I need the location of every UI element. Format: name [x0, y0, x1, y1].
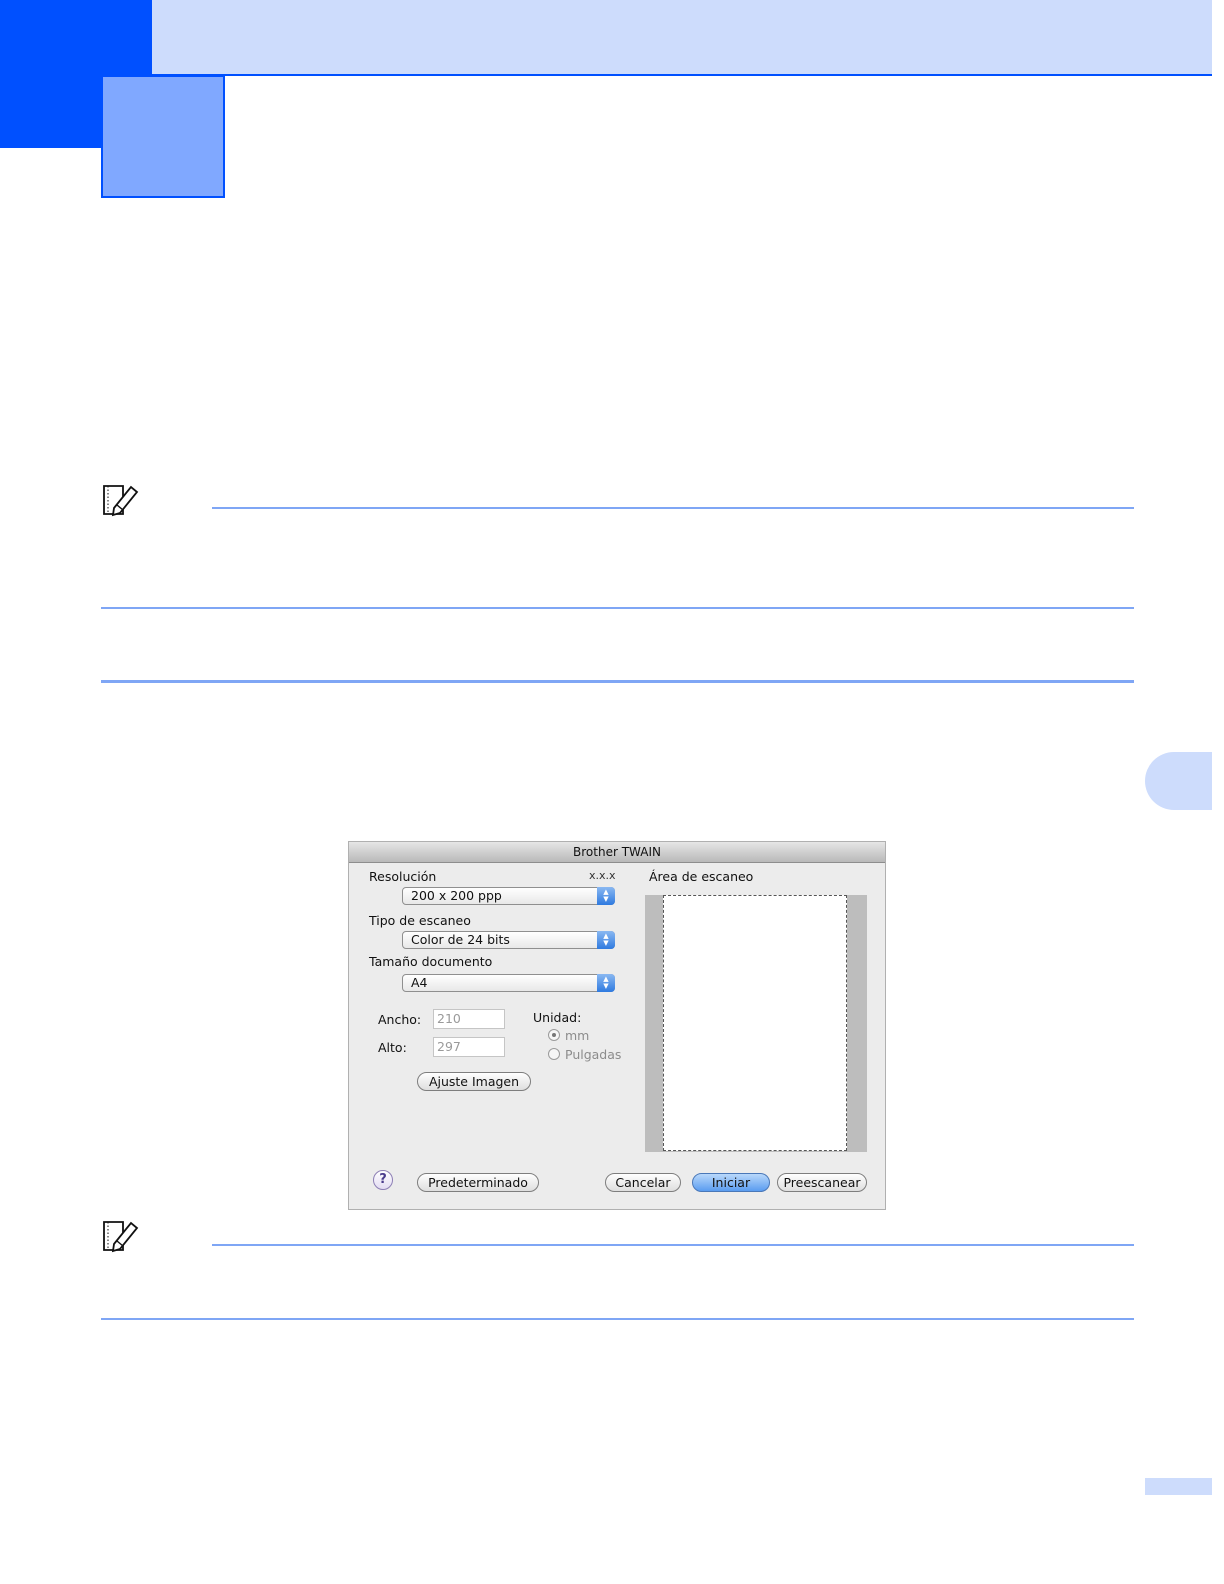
scan-type-select[interactable]: Color de 24 bits ▲ ▼ [402, 931, 615, 949]
note-bottom-rule [101, 607, 1134, 609]
scan-area-label: Área de escaneo [649, 869, 754, 884]
note2-top-rule [212, 1244, 1134, 1246]
height-field[interactable]: 297 [433, 1037, 505, 1057]
popup-arrows-icon: ▲ ▼ [597, 887, 615, 905]
header-bar [152, 0, 1212, 76]
unit-inches-radio[interactable] [548, 1048, 560, 1060]
document-size-value: A4 [411, 975, 428, 990]
popup-arrows-icon: ▲ ▼ [597, 931, 615, 949]
start-button[interactable]: Iniciar [692, 1173, 770, 1192]
height-label: Alto: [378, 1040, 407, 1055]
width-label: Ancho: [378, 1012, 422, 1027]
chapter-number-box [101, 75, 225, 198]
resolution-select[interactable]: 200 x 200 ppp ▲ ▼ [402, 887, 615, 905]
dialog-title: Brother TWAIN [349, 842, 885, 863]
document-size-label: Tamaño documento [369, 954, 493, 969]
section-rule [101, 680, 1134, 683]
unit-inches-label: Pulgadas [565, 1047, 622, 1062]
scan-type-value: Color de 24 bits [411, 932, 510, 947]
note-pencil-icon [103, 485, 139, 517]
scan-type-label: Tipo de escaneo [369, 913, 471, 928]
resolution-value: 200 x 200 ppp [411, 888, 502, 903]
unit-mm-radio[interactable] [548, 1029, 560, 1041]
default-button[interactable]: Predeterminado [417, 1173, 539, 1192]
adjust-image-button[interactable]: Ajuste Imagen [417, 1072, 531, 1091]
document-size-select[interactable]: A4 ▲ ▼ [402, 974, 615, 992]
twain-dialog: Brother TWAIN Resolución x.x.x 200 x 200… [348, 841, 886, 1210]
unit-mm-label: mm [565, 1028, 590, 1043]
unit-label: Unidad: [533, 1010, 582, 1025]
page-number-bar [1145, 1478, 1212, 1495]
version-label: x.x.x [589, 869, 616, 882]
chapter-side-tab [1145, 752, 1212, 810]
prescan-button[interactable]: Preescanear [777, 1173, 867, 1192]
popup-arrows-icon: ▲ ▼ [597, 974, 615, 992]
width-field[interactable]: 210 [433, 1009, 505, 1029]
help-icon[interactable]: ? [373, 1170, 393, 1190]
note-top-rule [212, 507, 1134, 509]
note2-bottom-rule [101, 1318, 1134, 1320]
cancel-button[interactable]: Cancelar [605, 1173, 681, 1192]
resolution-label: Resolución [369, 869, 437, 884]
note-pencil-icon [103, 1221, 139, 1253]
scan-area-preview[interactable] [663, 895, 847, 1151]
